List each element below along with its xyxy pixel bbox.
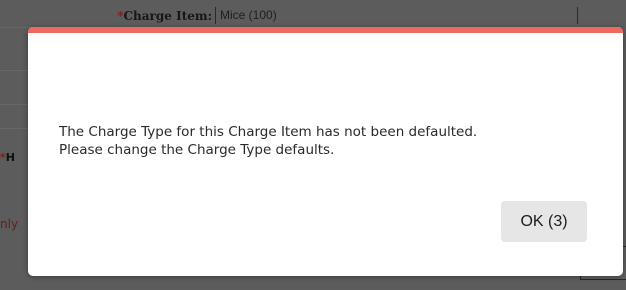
dialog-message: The Charge Type for this Charge Item has… bbox=[59, 123, 599, 159]
alert-dialog: The Charge Type for this Charge Item has… bbox=[28, 27, 623, 276]
charge-item-label: *Charge Item: bbox=[117, 9, 212, 23]
charge-item-label-text: Charge Item: bbox=[123, 9, 213, 23]
form-row-divider bbox=[0, 128, 30, 129]
charge-item-field[interactable]: Mice (100) bbox=[215, 7, 578, 24]
form-row-divider bbox=[0, 27, 30, 28]
charge-item-value: Mice (100) bbox=[220, 8, 277, 22]
partial-field-text: nly bbox=[0, 217, 19, 231]
partial-field-label: *H bbox=[0, 151, 15, 165]
ok-button[interactable]: OK (3) bbox=[501, 201, 587, 242]
form-row-divider bbox=[0, 104, 30, 105]
form-row-divider bbox=[0, 70, 30, 71]
dialog-accent-bar bbox=[28, 27, 623, 33]
partial-field-label-text: H bbox=[5, 151, 15, 164]
dialog-message-line-2: Please change the Charge Type defaults. bbox=[59, 142, 335, 158]
dialog-message-line-1: The Charge Type for this Charge Item has… bbox=[59, 124, 478, 140]
